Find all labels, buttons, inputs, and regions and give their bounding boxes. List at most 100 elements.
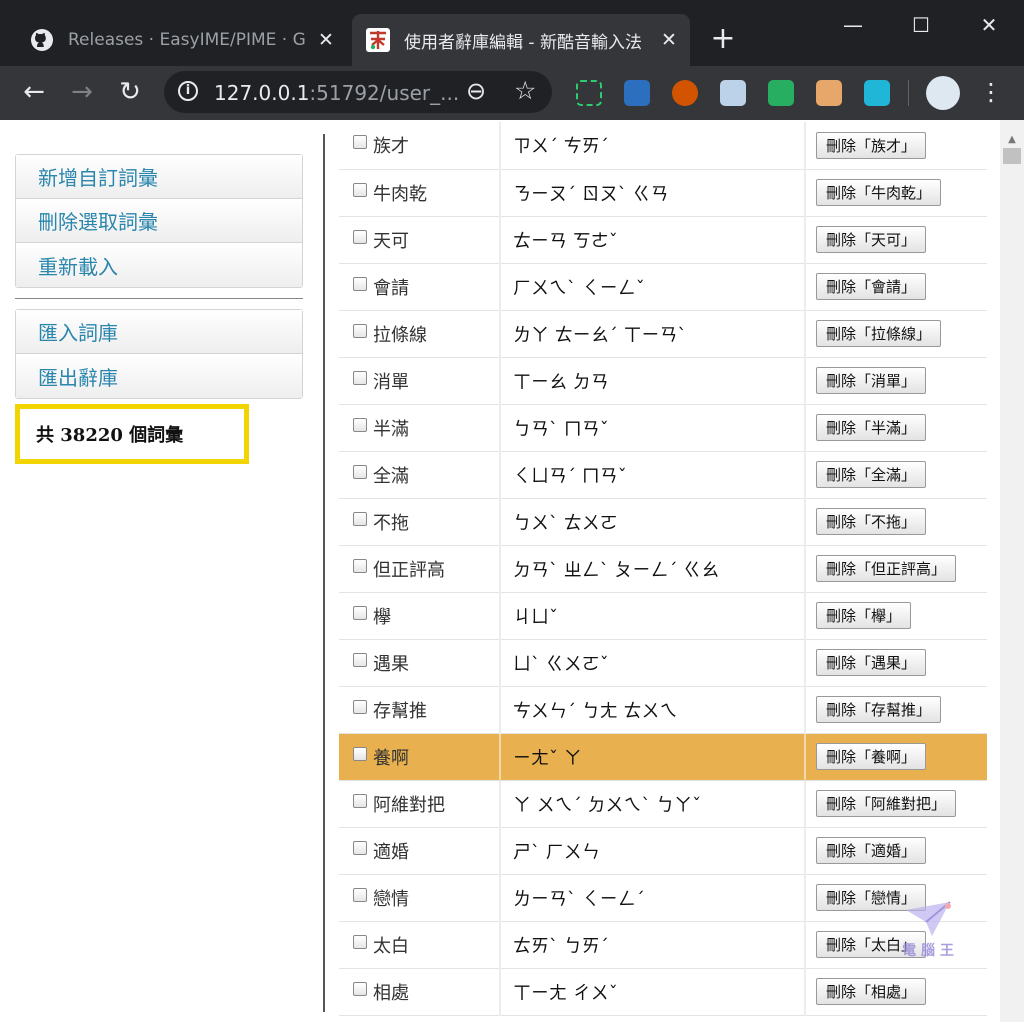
delete-word-button[interactable]: 刪除「不拖」 — [816, 508, 927, 535]
word-cell: 但正評高 — [339, 545, 501, 593]
row-checkbox[interactable] — [353, 652, 367, 667]
site-info-icon[interactable]: i — [178, 81, 198, 101]
forward-button[interactable]: → — [66, 76, 98, 108]
row-checkbox[interactable] — [353, 229, 367, 244]
bopomofo-cell: ㄗㄨˊ ㄘㄞˊ — [500, 122, 806, 170]
tab-user-dictionary-editor[interactable]: 使用者辭庫編輯 - 新酷音輸入法 ✕ — [352, 14, 690, 66]
page-content: 新增自訂詞彙 刪除選取詞彙 重新載入 匯入詞庫 匯出辭庫 共 38220 個詞彙… — [0, 120, 1024, 1022]
word-text: 拉條線 — [373, 324, 427, 346]
maximize-button[interactable]: ☐ — [906, 12, 936, 38]
table-row: 天可 ㄊㄧㄢ ㄎㄜˇ 刪除「天可」 — [339, 216, 987, 264]
scrollbar[interactable]: ▲ — [1000, 120, 1024, 1022]
close-tab-icon[interactable]: ✕ — [659, 29, 679, 51]
row-checkbox[interactable] — [353, 793, 367, 808]
delete-word-button[interactable]: 刪除「存幫推」 — [816, 696, 942, 723]
row-checkbox[interactable] — [353, 746, 367, 761]
row-checkbox[interactable] — [353, 605, 367, 620]
action-cell: 刪除「欅」 — [805, 592, 987, 640]
window-close-button[interactable]: ✕ — [974, 12, 1004, 38]
profile-avatar[interactable] — [926, 76, 960, 110]
row-checkbox[interactable] — [353, 464, 367, 479]
toolbar-separator — [908, 80, 909, 106]
close-tab-icon[interactable]: ✕ — [316, 29, 336, 51]
watermark-logo: 電 腦 王 — [896, 896, 960, 962]
table-row: 消單 ㄒㄧㄠ ㄉㄢ 刪除「消單」 — [339, 357, 987, 405]
chrome-menu-button[interactable]: ⋮ — [975, 76, 1007, 108]
table-row: 牛肉乾 ㄋㄧㄡˊ ㄖㄡˋ ㄍㄢ 刪除「牛肉乾」 — [339, 169, 987, 217]
watermark-text: 電 腦 王 — [902, 943, 954, 959]
bookmark-star-icon[interactable]: ☆ — [514, 76, 536, 105]
search-ext-icon[interactable] — [624, 80, 650, 106]
delete-word-button[interactable]: 刪除「會請」 — [816, 273, 927, 300]
bopomofo-cell: ㄌㄧㄢˋ ㄑㄧㄥˊ — [500, 874, 806, 922]
action-cell: 刪除「全滿」 — [805, 451, 987, 499]
delete-word-button[interactable]: 刪除「牛肉乾」 — [816, 179, 942, 206]
reload-button[interactable]: 重新載入 — [16, 243, 302, 287]
action-cell: 刪除「會請」 — [805, 263, 987, 311]
delete-word-button[interactable]: 刪除「阿維對把」 — [816, 790, 957, 817]
import-dictionary-button[interactable]: 匯入詞庫 — [16, 310, 302, 354]
tab-github-releases[interactable]: Releases · EasyIME/PIME · GitHub ✕ — [16, 14, 350, 66]
screenshot-icon[interactable] — [576, 80, 602, 106]
delete-word-button[interactable]: 刪除「拉條線」 — [816, 320, 942, 347]
word-text: 相處 — [373, 982, 409, 1004]
word-text: 族才 — [373, 136, 409, 158]
zoom-icon[interactable]: ⊖ — [466, 77, 486, 105]
word-cell: 養啊 — [339, 733, 501, 781]
row-checkbox[interactable] — [353, 323, 367, 338]
row-checkbox[interactable] — [353, 417, 367, 432]
address-bar[interactable]: i 127.0.0.1:51792/user_... ⊖ ☆ — [164, 71, 552, 113]
word-table: 族才 ㄗㄨˊ ㄘㄞˊ 刪除「族才」牛肉乾 ㄋㄧㄡˊ ㄖㄡˋ ㄍㄢ 刪除「牛肉乾」 天可 ㄊㄧ… — [339, 122, 987, 1016]
delete-word-button[interactable]: 刪除「消單」 — [816, 367, 927, 394]
row-checkbox[interactable] — [353, 182, 367, 197]
delete-word-button[interactable]: 刪除「遇果」 — [816, 649, 927, 676]
notes-icon[interactable] — [720, 80, 746, 106]
row-checkbox[interactable] — [353, 887, 367, 902]
word-cell: 戀情 — [339, 874, 501, 922]
row-checkbox[interactable] — [353, 840, 367, 855]
github-icon — [28, 26, 56, 54]
delete-word-button[interactable]: 刪除「全滿」 — [816, 461, 927, 488]
row-checkbox[interactable] — [353, 699, 367, 714]
word-text: 半滿 — [373, 418, 409, 440]
table-row: 族才 ㄗㄨˊ ㄘㄞˊ 刪除「族才」 — [339, 122, 987, 170]
word-text: 適婚 — [373, 841, 409, 863]
delete-selected-words-button[interactable]: 刪除選取詞彙 — [16, 199, 302, 243]
delete-word-button[interactable]: 刪除「族才」 — [816, 131, 927, 159]
row-checkbox[interactable] — [353, 135, 367, 150]
add-custom-word-button[interactable]: 新增自訂詞彙 — [16, 155, 302, 199]
back-button[interactable]: ← — [18, 76, 50, 108]
word-text: 存幫推 — [373, 700, 427, 722]
word-cell: 遇果 — [339, 639, 501, 687]
url-text[interactable]: 127.0.0.1:51792/user_... — [214, 81, 459, 105]
delete-word-button[interactable]: 刪除「天可」 — [816, 226, 927, 253]
scrollbar-thumb[interactable] — [1003, 148, 1021, 164]
arrow-ext-icon[interactable] — [864, 80, 890, 106]
new-tab-button[interactable]: + — [708, 22, 738, 56]
mail-icon[interactable] — [768, 80, 794, 106]
owl-icon[interactable] — [672, 80, 698, 106]
delete-word-button[interactable]: 刪除「半滿」 — [816, 414, 927, 441]
delete-word-button[interactable]: 刪除「欅」 — [816, 602, 912, 629]
delete-word-button[interactable]: 刪除「養啊」 — [816, 743, 927, 770]
bopomofo-cell: ㄕˋ ㄏㄨㄣ — [500, 827, 806, 875]
export-dictionary-button[interactable]: 匯出辭庫 — [16, 354, 302, 398]
delete-word-button[interactable]: 刪除「但正評高」 — [816, 555, 957, 582]
minimize-button[interactable]: — — [838, 12, 868, 38]
delete-word-button[interactable]: 刪除「適婚」 — [816, 837, 927, 864]
row-checkbox[interactable] — [353, 934, 367, 949]
action-cell: 刪除「族才」 — [805, 122, 987, 170]
row-checkbox[interactable] — [353, 511, 367, 526]
delete-word-button[interactable]: 刪除「相處」 — [816, 978, 927, 1005]
row-checkbox[interactable] — [353, 558, 367, 573]
bopomofo-cell: ㄧㄤˇ ㄚ — [500, 733, 806, 781]
action-cell: 刪除「阿維對把」 — [805, 780, 987, 828]
reload-button[interactable]: ↻ — [114, 76, 146, 108]
table-row: 不拖 ㄅㄨˋ ㄊㄨㄛ 刪除「不拖」 — [339, 498, 987, 546]
import-export-menu-group: 匯入詞庫 匯出辭庫 — [15, 309, 303, 399]
bopomofo-cell: ㄊㄞˋ ㄅㄞˊ — [500, 921, 806, 969]
row-checkbox[interactable] — [353, 276, 367, 291]
row-checkbox[interactable] — [353, 981, 367, 996]
box-icon[interactable] — [816, 80, 842, 106]
row-checkbox[interactable] — [353, 370, 367, 385]
